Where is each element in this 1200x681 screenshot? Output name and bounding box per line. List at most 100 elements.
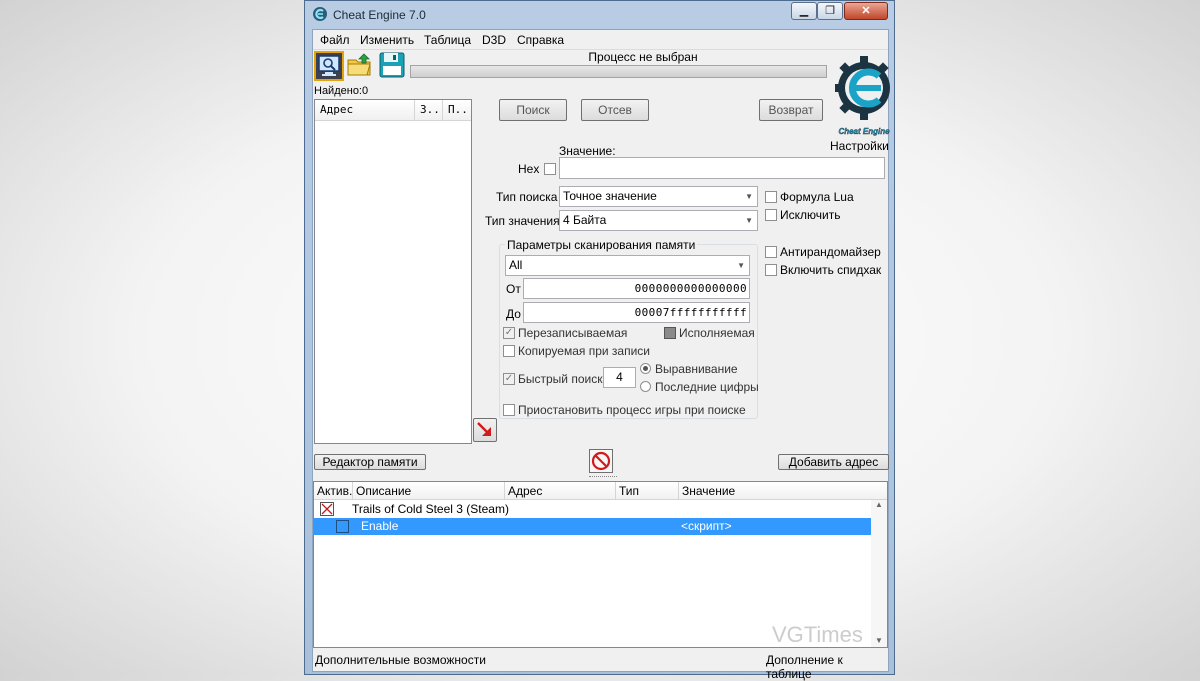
value-input[interactable] [559,157,885,179]
watermark-text: VGTimes [772,622,863,647]
splitter-handle[interactable] [589,476,617,480]
last-digits-radio[interactable] [640,381,651,392]
alignment-label: Выравнивание [655,362,738,376]
col-value[interactable]: Значение [682,484,735,498]
add-address-button[interactable]: Добавить адрес [778,454,889,470]
cheat-table[interactable]: Актив. Описание Адрес Тип Значение Trail… [313,481,888,648]
stop-scan-button[interactable] [589,449,613,473]
settings-label[interactable]: Настройки [830,139,889,153]
results-col-address[interactable]: Адрес [320,103,353,116]
chevron-down-icon: ▼ [737,261,745,270]
executable-checkbox[interactable] [664,327,676,339]
cheat-table-header: Актив. Описание Адрес Тип Значение [314,482,887,500]
fast-scan-label: Быстрый поиск [518,372,603,386]
col-address[interactable]: Адрес [508,484,542,498]
vertical-scrollbar[interactable]: ▲ ▼ [871,500,887,647]
table-row[interactable]: Trails of Cold Steel 3 (Steam) [314,500,871,517]
open-process-button[interactable] [314,51,344,81]
pause-game-checkbox[interactable] [503,404,515,416]
results-list[interactable]: Адрес З.. П.. [314,99,472,444]
results-header: Адрес З.. П.. [315,100,471,121]
writable-checkbox[interactable]: ✓ [503,327,515,339]
value-type-label: Тип значения [485,214,560,228]
menu-edit[interactable]: Изменить [360,33,414,47]
exclude-label: Исключить [780,208,841,222]
lua-formula-checkbox[interactable] [765,191,777,203]
value-type-value: 4 Байта [563,213,607,227]
start-address-input[interactable]: 0000000000000000 [523,278,750,299]
unrandomizer-checkbox[interactable] [765,246,777,258]
process-label: Процесс не выбран [588,50,698,64]
scan-type-label: Тип поиска [496,190,558,204]
chevron-down-icon: ▼ [745,216,753,225]
scroll-up-icon[interactable]: ▲ [875,500,883,509]
title-bar[interactable]: Cheat Engine 7.0 ▁ ❐ ✕ [305,1,894,29]
value-type-select[interactable]: 4 Байта ▼ [559,210,758,231]
speedhack-checkbox[interactable] [765,264,777,276]
col-description[interactable]: Описание [356,484,411,498]
stop-address-input[interactable]: 00007fffffffffff [523,302,750,323]
floppy-icon [379,52,405,78]
writable-label: Перезаписываемая [518,326,628,340]
table-extras-link[interactable]: Дополнение к таблице [766,653,888,681]
arrow-down-right-icon [477,422,491,436]
computer-icon [318,55,340,76]
row-description: Enable [361,519,399,533]
hex-checkbox[interactable] [544,163,556,175]
col-type[interactable]: Тип [619,484,639,498]
copy-on-write-checkbox[interactable] [503,345,515,357]
menu-bar: Файл Изменить Таблица D3D Справка [313,30,888,50]
from-label: От [506,282,521,296]
results-col-previous[interactable]: П.. [448,103,468,116]
menu-file[interactable]: Файл [320,33,350,47]
memory-region-select[interactable]: All ▼ [505,255,750,276]
to-label: До [506,307,521,321]
scan-progress-bar [410,65,827,78]
col-active[interactable]: Актив. [317,484,352,498]
fast-scan-checkbox[interactable]: ✓ [503,373,515,385]
add-selected-to-table-button[interactable] [473,418,497,442]
menu-d3d[interactable]: D3D [482,33,506,47]
chevron-down-icon: ▼ [745,192,753,201]
advanced-options-link[interactable]: Дополнительные возможности [315,653,486,667]
table-row[interactable]: Enable <скрипт> [314,518,871,535]
maximize-button[interactable]: ❐ [817,2,843,20]
minimize-button[interactable]: ▁ [791,2,817,20]
undo-scan-button[interactable]: Возврат [759,99,823,121]
client-area: Файл Изменить Таблица D3D Справка Процес… [312,29,890,681]
folder-icon [347,53,371,76]
memory-region-value: All [509,258,523,272]
pause-game-label: Приостановить процесс игры при поиске [518,403,746,417]
results-col-value[interactable]: З.. [420,103,440,116]
next-scan-button[interactable]: Отсев [581,99,649,121]
first-scan-button[interactable]: Поиск [499,99,567,121]
found-count: Найдено:0 [314,85,369,97]
value-label: Значение: [559,144,616,158]
save-button[interactable] [378,51,408,81]
last-digits-label: Последние цифры [655,380,759,394]
scan-type-select[interactable]: Точное значение ▼ [559,186,758,207]
close-button[interactable]: ✕ [844,2,888,20]
row-value: <скрипт> [681,519,732,533]
scroll-down-icon[interactable]: ▼ [875,636,883,645]
row-description: Trails of Cold Steel 3 (Steam) [352,502,509,516]
exclude-checkbox[interactable] [765,209,777,221]
fast-scan-alignment-input[interactable]: 4 [603,367,636,388]
memory-scan-options-title: Параметры сканирования памяти [505,238,698,252]
executable-label: Исполняемая [679,326,755,340]
alignment-radio[interactable] [640,363,651,374]
menu-help[interactable]: Справка [517,33,564,47]
group-checkbox-icon[interactable] [320,502,334,516]
logo-text: Cheat Engine [838,127,890,136]
menu-table[interactable]: Таблица [424,33,471,47]
lua-formula-label: Формула Lua [780,190,854,204]
enable-checkbox[interactable] [336,520,349,533]
speedhack-label: Включить спидхак [780,263,882,277]
window-title: Cheat Engine 7.0 [333,8,426,22]
cheat-engine-logo-icon[interactable]: Cheat Engine [835,50,893,136]
open-file-button[interactable] [346,51,376,81]
memory-view-button[interactable]: Редактор памяти [314,454,426,470]
cheat-engine-window: Cheat Engine 7.0 ▁ ❐ ✕ Файл Изменить Таб… [304,0,895,681]
no-entry-icon [591,451,611,471]
cheat-engine-app-icon [313,7,327,21]
